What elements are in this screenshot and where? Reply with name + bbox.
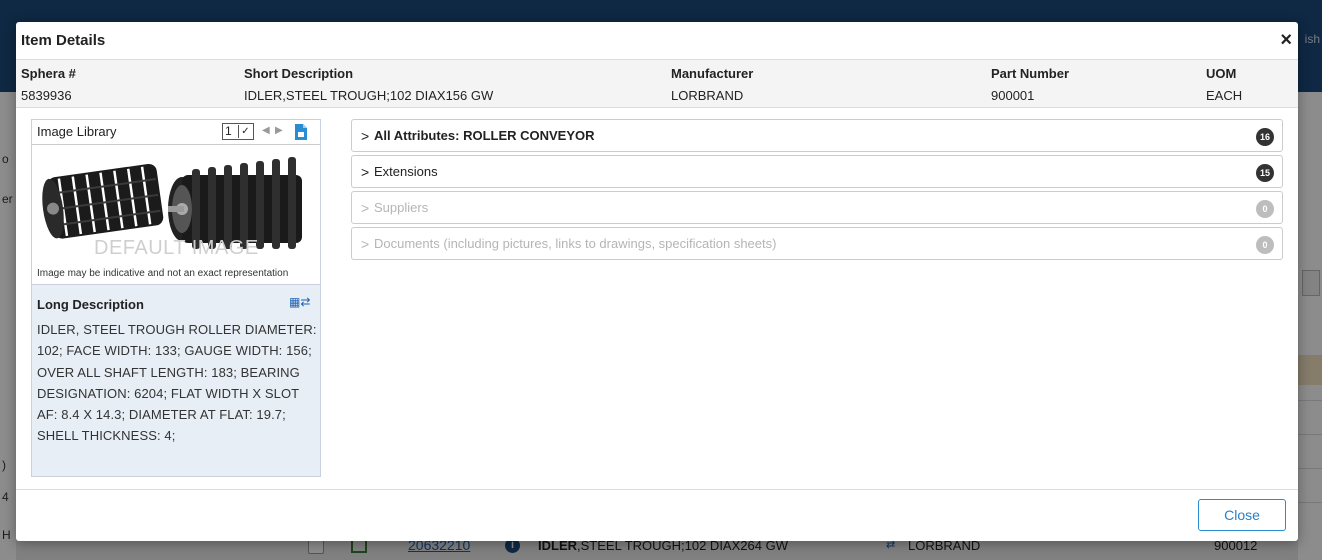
modal-footer: Close: [16, 489, 1298, 541]
default-image-watermark: DEFAULT IMAGE: [94, 237, 259, 259]
summary-col-sphera: Sphera # 5839936: [21, 66, 76, 103]
count-badge: 15: [1256, 164, 1274, 182]
image-library-toolbar: Image Library 1 ✓ ◀ ▶: [32, 120, 320, 145]
chevron-right-icon: >: [361, 164, 370, 180]
long-description-text: IDLER, STEEL TROUGH ROLLER DIAMETER: 102…: [37, 322, 317, 444]
previous-image-icon[interactable]: ◀: [262, 125, 270, 136]
item-summary-table: Sphera # 5839936 Short Description IDLER…: [16, 60, 1298, 108]
summary-col-uom: UOM EACH: [1206, 66, 1243, 103]
chevron-right-icon: >: [361, 200, 370, 216]
chevron-down-icon: ✓: [238, 125, 252, 138]
add-image-icon[interactable]: [293, 123, 309, 141]
image-library-panel: Image Library 1 ✓ ◀ ▶ DEFAULT IMAGE Imag…: [31, 119, 321, 477]
next-image-icon[interactable]: ▶: [275, 125, 283, 136]
long-description-heading: Long Description: [37, 297, 144, 312]
count-badge: 0: [1256, 200, 1274, 218]
image-library-label: Image Library: [37, 124, 117, 139]
item-details-modal: Item Details × Sphera # 5839936 Short De…: [16, 22, 1298, 541]
accordion-all-attributes[interactable]: > All Attributes: ROLLER CONVEYOR 16: [351, 119, 1283, 152]
image-index-select[interactable]: 1 ✓: [222, 123, 254, 140]
accordion-extensions[interactable]: > Extensions 15: [351, 155, 1283, 188]
modal-header: Item Details ×: [16, 22, 1298, 60]
summary-col-short-description: Short Description IDLER,STEEL TROUGH;102…: [244, 66, 494, 103]
image-disclaimer: Image may be indicative and not an exact…: [32, 263, 320, 285]
translate-icon[interactable]: ▦⇄: [289, 295, 310, 309]
count-badge: 0: [1256, 236, 1274, 254]
count-badge: 16: [1256, 128, 1274, 146]
chevron-right-icon: >: [361, 128, 370, 144]
close-button[interactable]: Close: [1198, 499, 1286, 531]
summary-col-manufacturer: Manufacturer LORBRAND: [671, 66, 754, 103]
accordion-documents[interactable]: > Documents (including pictures, links t…: [351, 227, 1283, 260]
chevron-right-icon: >: [361, 236, 370, 252]
summary-col-part-number: Part Number 900001: [991, 66, 1070, 103]
item-image: DEFAULT IMAGE: [32, 145, 320, 263]
modal-title: Item Details: [21, 32, 106, 49]
accordion-suppliers[interactable]: > Suppliers 0: [351, 191, 1283, 224]
close-icon[interactable]: ×: [1280, 30, 1292, 50]
